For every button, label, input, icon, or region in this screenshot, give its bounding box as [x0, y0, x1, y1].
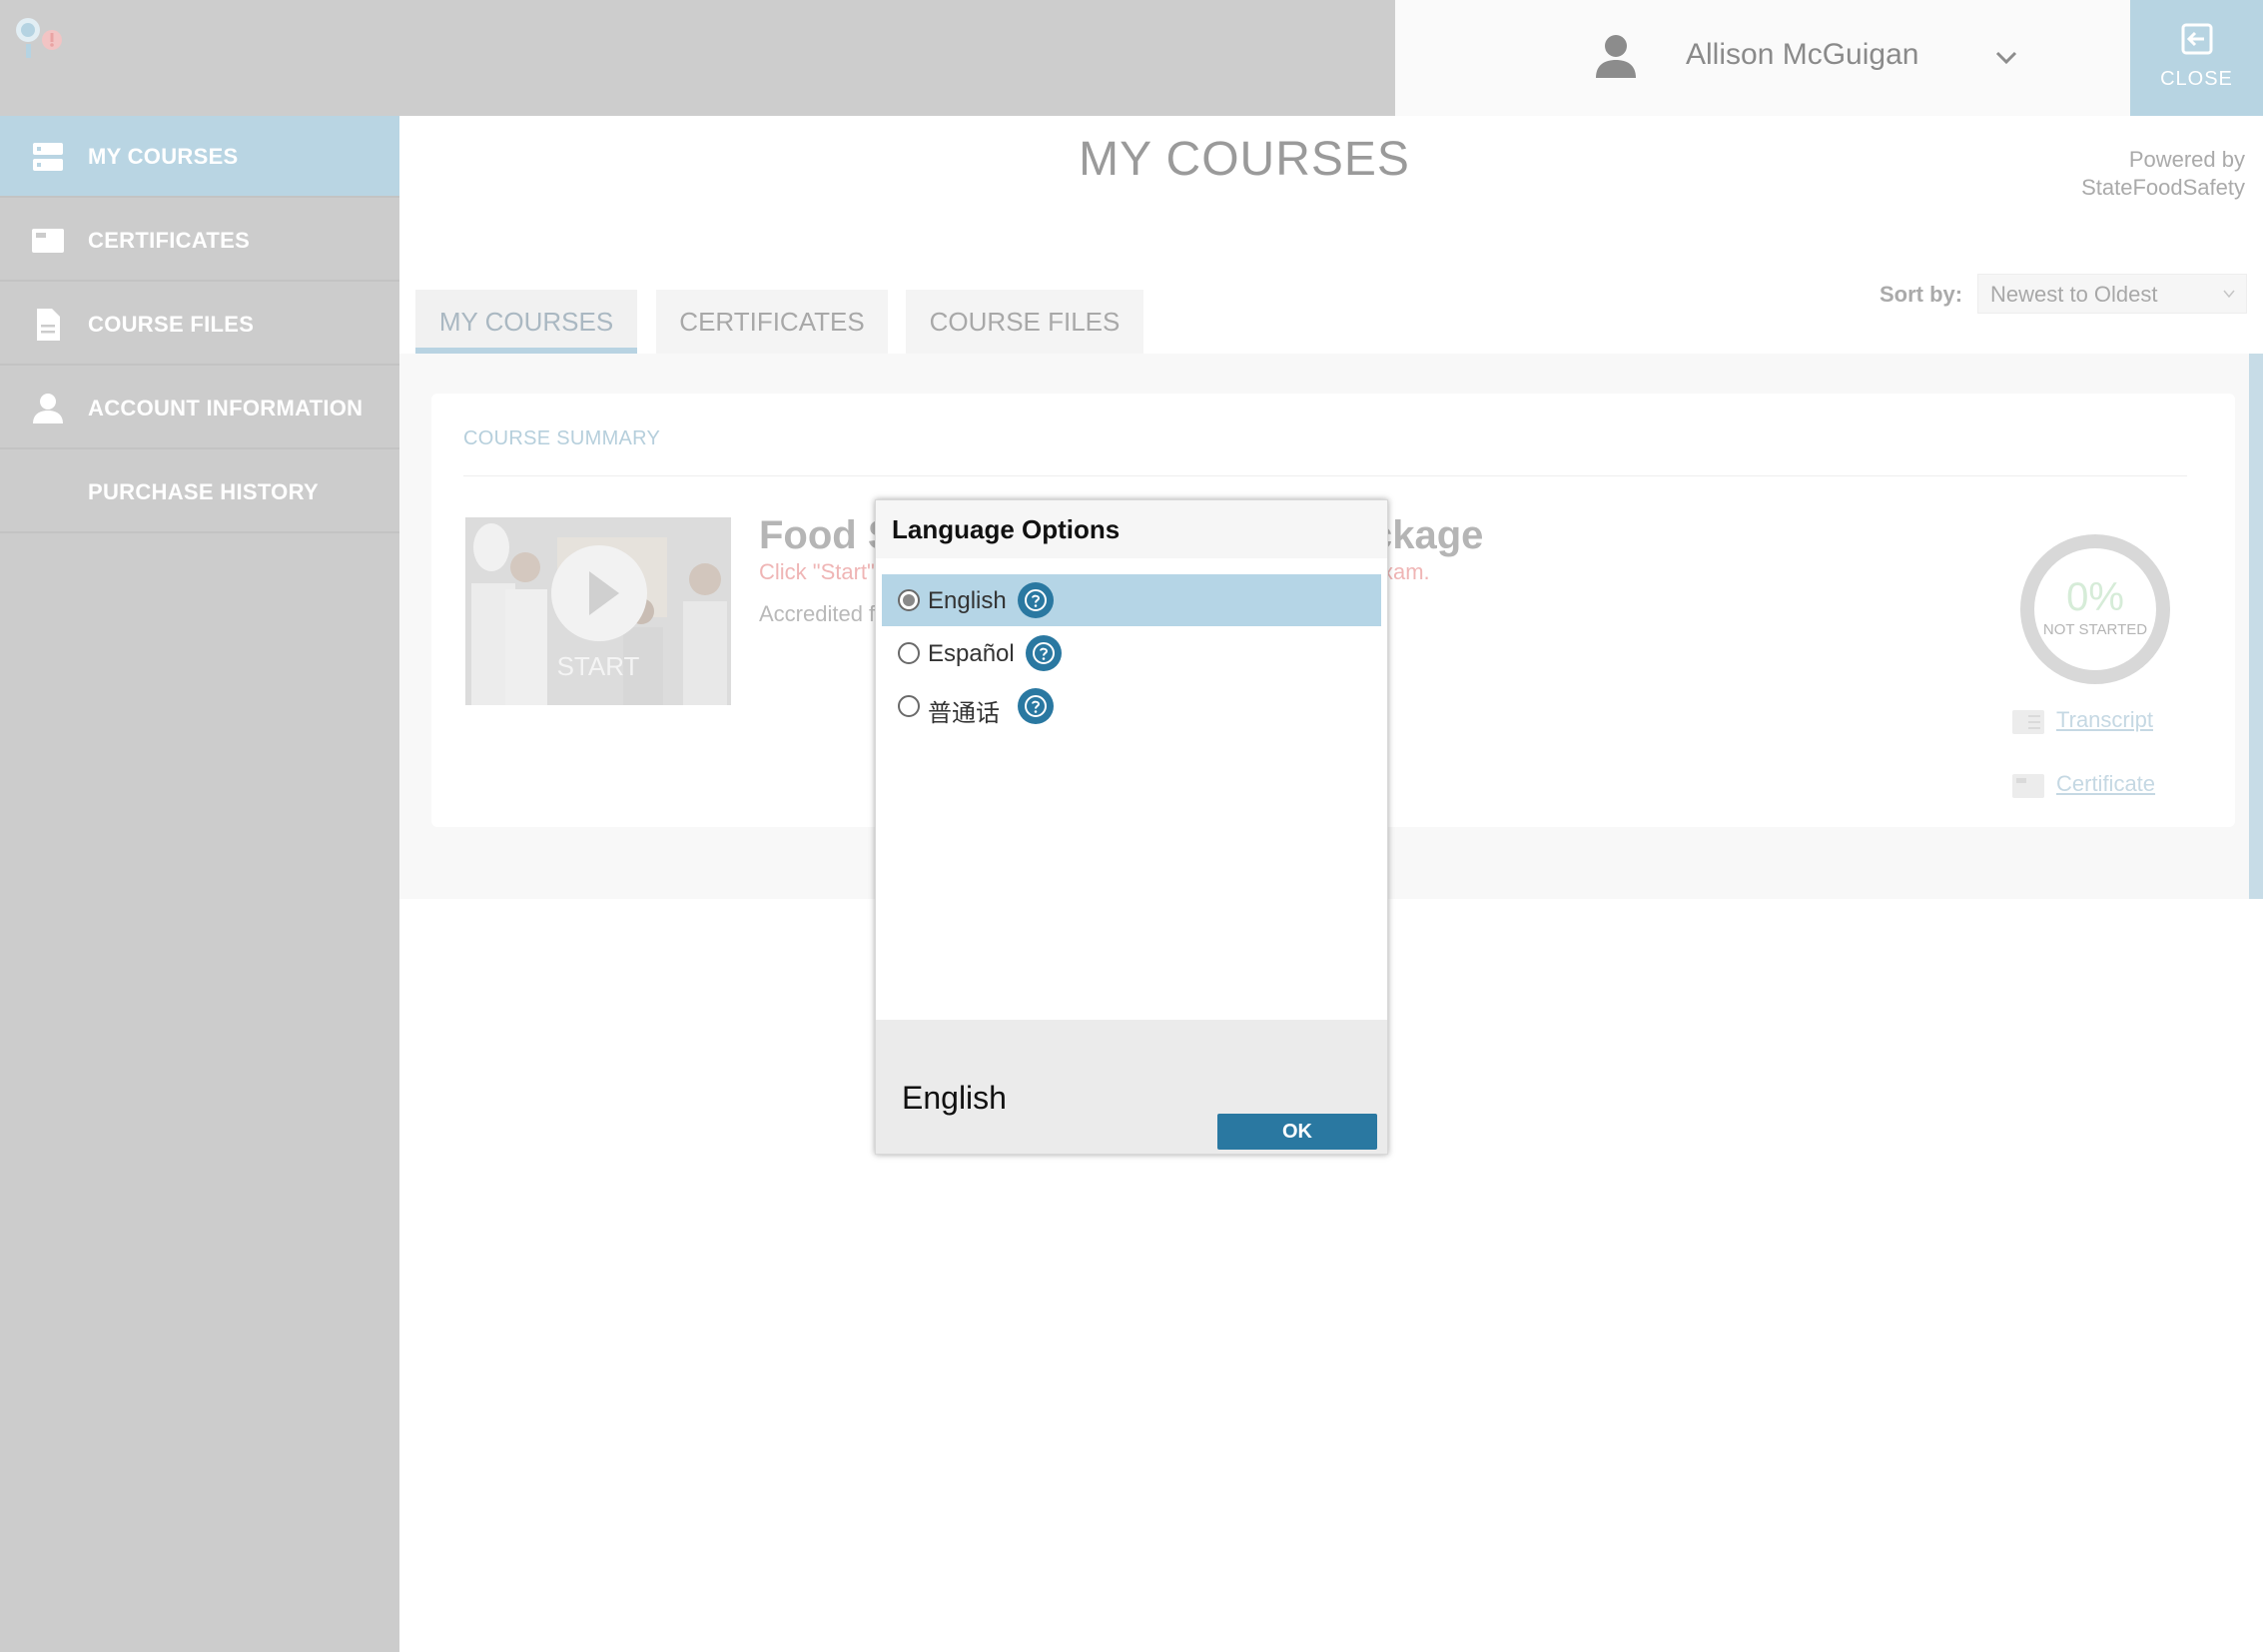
sidebar-item-account-information[interactable]: ACCOUNT INFORMATION [0, 368, 399, 449]
status-badge: NOT STARTED [2042, 621, 2148, 638]
sort-select[interactable]: Newest to Oldest [1977, 274, 2247, 314]
sidebar-item-label: MY COURSES [88, 144, 239, 169]
scrollbar[interactable] [2249, 354, 2263, 899]
powered-by-line: Powered by [2128, 147, 2245, 172]
language-option-label: English [928, 587, 1007, 614]
help-icon[interactable] [1018, 582, 1054, 618]
sidebar-item-my-courses[interactable]: MY COURSES [0, 116, 399, 198]
certificate-icon [32, 229, 64, 253]
language-options-dialog: Language Options English Español 普通话 Eng… [875, 499, 1388, 1155]
language-option-english[interactable]: English [882, 574, 1381, 626]
radio-espanol[interactable] [898, 642, 920, 664]
divider [463, 475, 2187, 476]
progress-percent: 0% [2066, 575, 2124, 619]
sort-value: Newest to Oldest [1990, 282, 2158, 307]
transcript-icon [2012, 710, 2044, 734]
play-button[interactable] [551, 545, 647, 641]
sidebar-item-course-files[interactable]: COURSE FILES [0, 284, 399, 366]
certificate-link-label: Certificate [2056, 771, 2156, 796]
powered-by: Powered by StateFoodSafety [2081, 146, 2245, 202]
sort-label: Sort by: [1880, 282, 1963, 307]
certificate-icon [2012, 774, 2044, 798]
sidebar-item-label: PURCHASE HISTORY [88, 479, 319, 504]
course-hint: Click "Start" [759, 559, 875, 584]
person-icon [33, 394, 63, 423]
ok-button[interactable]: OK [1217, 1114, 1377, 1150]
close-label: CLOSE [2160, 68, 2233, 90]
dialog-title: Language Options [892, 514, 1121, 544]
start-label: START [556, 651, 640, 681]
page-title: MY COURSES [1079, 133, 1410, 186]
sidebar-item-label: ACCOUNT INFORMATION [88, 396, 364, 420]
sidebar: MY COURSES CERTIFICATES COURSE FILES ACC… [0, 116, 399, 1652]
user-name[interactable]: Allison McGuigan [1686, 38, 1918, 72]
exit-icon [2181, 23, 2213, 55]
user-avatar-icon [1595, 34, 1637, 78]
app-logo-icon [12, 14, 68, 64]
tab-certificates[interactable]: CERTIFICATES [656, 290, 888, 354]
tab-my-courses[interactable]: MY COURSES [415, 290, 637, 354]
file-icon [37, 309, 60, 341]
language-option-label: Español [928, 640, 1015, 667]
selected-language: English [902, 1080, 1007, 1116]
radio-mandarin[interactable] [898, 695, 920, 717]
sidebar-item-label: CERTIFICATES [88, 228, 251, 253]
close-button[interactable]: CLOSE [2130, 0, 2263, 116]
radio-english[interactable] [898, 589, 920, 611]
transcript-link-label: Transcript [2056, 707, 2153, 732]
course-accreditation: Accredited f [759, 601, 876, 626]
top-bar [0, 0, 1395, 116]
dialog-header: Language Options [876, 500, 1387, 558]
powered-by-brand: StateFoodSafety [2081, 175, 2245, 200]
language-option-mandarin[interactable]: 普通话 [882, 680, 1381, 732]
course-thumbnail[interactable]: START [465, 517, 731, 705]
help-icon[interactable] [1026, 635, 1062, 671]
sidebar-item-certificates[interactable]: CERTIFICATES [0, 200, 399, 282]
sidebar-item-purchase-history[interactable]: PURCHASE HISTORY [0, 451, 399, 533]
chevron-down-icon[interactable] [1993, 44, 2019, 70]
course-summary-label: COURSE SUMMARY [463, 427, 661, 449]
tab-course-files[interactable]: COURSE FILES [906, 290, 1143, 354]
chevron-down-icon [2223, 290, 2235, 299]
sidebar-item-label: COURSE FILES [88, 312, 255, 337]
language-option-label: 普通话 [928, 700, 1000, 727]
language-option-espanol[interactable]: Español [882, 627, 1381, 679]
courses-icon [33, 143, 63, 171]
course-hint-end: xam. [1382, 559, 1430, 584]
play-icon [589, 571, 619, 615]
help-icon[interactable] [1018, 688, 1054, 724]
